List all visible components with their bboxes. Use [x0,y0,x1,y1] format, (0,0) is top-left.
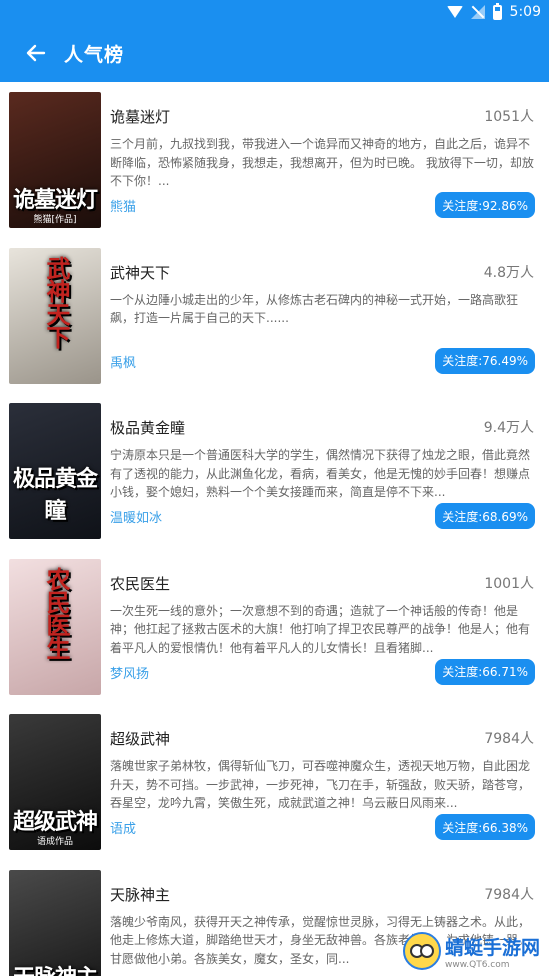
author-link[interactable]: 禹枫 [110,352,136,371]
reader-count: 1051人 [484,109,534,125]
dragonfly-logo-icon [403,932,441,970]
page-title: 人气榜 [64,43,125,66]
book-description: 宁涛原本只是一个普通医科大学的学生，偶然情况下获得了烛龙之眼，借此竟然有了透视的… [110,448,531,499]
cover-title-text: 诡墓迷灯 [12,187,98,213]
author-link[interactable]: 语成 [110,818,136,837]
wifi-icon [446,6,463,18]
back-button[interactable] [8,24,64,82]
reader-count: 1001人 [484,575,534,592]
watermark-url: www.QT6.com [445,959,510,970]
book-title: 极品黄金瞳 [110,419,186,437]
book-list-item[interactable]: 超级武神 语成作品 超级武神 7984人 落魄世家子弟林牧，偶得斩仙飞刀，可吞噬神魔众生… [0,704,549,860]
author-link[interactable]: 熊猫 [110,196,136,215]
book-title: 天脉神主 [110,885,171,904]
no-sim-icon [470,5,485,19]
book-cover-image: 天脉神主 [9,869,101,976]
book-title: 武神天下 [110,263,171,282]
attention-badge: 关注度:76.49% [435,347,535,374]
book-title: 农民医生 [110,574,171,593]
book-list-item[interactable]: 极品黄金瞳 极品黄金瞳 9.4万人 宁涛原本只是一个普通医科大学的学生，偶然情况下获得… [0,393,549,549]
cover-title-text: 武神天下 [42,255,71,348]
author-link[interactable]: 温暖如冰 [110,507,162,526]
cover-subtitle-text: 熊猫[作品] [33,215,77,225]
attention-badge: 关注度:66.38% [435,814,535,840]
attention-badge: 关注度:92.86% [435,192,535,218]
book-description: 三个月前，九叔找到我，带我进入一个诡异而又神奇的地方，自此之后，诡异不断降临，恐… [110,137,534,188]
reader-count: 9.4万人 [483,420,534,436]
battery-icon [492,2,502,20]
book-description: 一次生死一线的意外；一次意想不到的奇遇；造就了一个神话般的传奇！他是神；他扛起了… [110,603,531,655]
cover-title-text: 农民医生 [42,566,71,659]
book-title: 诡墓迷灯 [110,108,171,126]
book-list-item[interactable]: 武神天下 武神天下 4.8万人一个从边陲小城走出的少年，从修炼古老石碑内的神秘一式开… [0,238,549,394]
book-title: 超级武神 [110,730,171,748]
reader-count: 7984人 [484,731,534,747]
book-cover-image: 武神天下 [9,247,101,384]
arrow-left-icon [26,44,46,62]
attention-badge: 关注度:66.71% [435,658,535,685]
site-watermark: 蜻蜓手游网 www.QT6.com [403,926,543,976]
book-cover-image: 诡墓迷灯熊猫[作品] [9,92,101,228]
attention-badge: 关注度:68.69% [435,503,535,529]
watermark-title: 蜻蜓手游网 [445,936,541,959]
reader-count: 7984人 [484,886,534,903]
cover-title-text: 超级武神 [12,809,98,835]
book-cover-image: 农民医生 [9,558,101,695]
cover-title-text: 天脉神主 [9,960,101,976]
app-bar: 人气榜 [0,24,549,82]
reader-count: 4.8万人 [483,264,534,281]
book-list-item[interactable]: 农民医生 农民医生 1001人一次生死一线的意外；一次意想不到的奇遇；造就了一个神话… [0,549,549,705]
cover-subtitle-text: 语成作品 [36,837,73,847]
cover-title-text: 极品黄金瞳 [12,466,98,524]
book-cover-image: 超级武神 语成作品 [9,714,101,850]
book-list: 诡墓迷灯 熊猫[作品] 诡墓迷灯 1051人 三个月前，九叔找到我，带我进入一个诡异而又… [0,82,549,976]
book-list-item[interactable]: 诡墓迷灯 熊猫[作品] 诡墓迷灯 1051人 三个月前，九叔找到我，带我进入一个诡异而又… [0,82,549,238]
book-description: 一个从边陲小城走出的少年，从修炼古老石碑内的神秘一式开始，一路高歌狂飙，打造一片… [110,292,519,326]
status-bar: 5:09 [0,0,549,24]
book-cover-image: 极品黄金瞳 [9,403,101,539]
author-link[interactable]: 梦风扬 [110,663,149,682]
book-description: 落魄世家子弟林牧，偶得斩仙飞刀，可吞噬神魔众生，透视天地万物，自此困龙升天，势不… [110,759,531,810]
status-time: 5:09 [509,4,541,20]
